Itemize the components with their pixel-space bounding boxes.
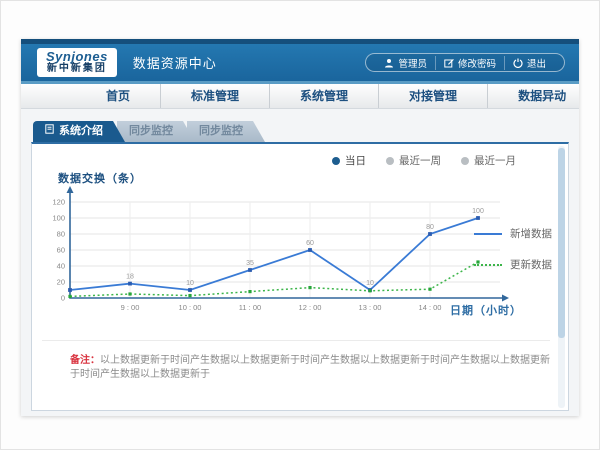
x-axis-title: 日期（小时）: [450, 302, 522, 318]
panel-scrollbar: [558, 146, 565, 408]
edit-icon: [444, 58, 454, 68]
green-dotted-line-icon: [474, 264, 502, 266]
tab-system-intro[interactable]: 系统介绍: [33, 121, 125, 142]
logo-company-text: 新中新集团: [46, 64, 108, 75]
svg-text:18: 18: [126, 274, 134, 281]
svg-text:10: 10: [366, 280, 374, 287]
radio-icon: [386, 157, 394, 165]
y-axis-title: 数据交换（条）: [58, 170, 142, 186]
svg-text:20: 20: [57, 278, 65, 287]
nav-item-standard-mgmt[interactable]: 标准管理: [160, 84, 269, 108]
range-label: 最近一周: [399, 153, 441, 168]
range-option-last-week[interactable]: 最近一周: [386, 153, 441, 168]
user-menu: 管理员 修改密码 退出: [365, 53, 565, 72]
svg-text:13 : 00: 13 : 00: [359, 303, 382, 312]
svg-text:60: 60: [306, 240, 314, 247]
app-header: Synjones 新中新集团 数据资源中心 管理员 修改密码 退出: [21, 44, 579, 81]
content-area: 系统介绍 同步监控 同步监控 当日 最近一周: [21, 109, 579, 416]
svg-text:12 : 00: 12 : 00: [299, 303, 322, 312]
radio-icon: [332, 157, 340, 165]
time-range-selector: 当日 最近一周 最近一月: [332, 153, 516, 168]
company-logo: Synjones 新中新集团: [37, 48, 117, 77]
svg-text:9 : 00: 9 : 00: [121, 303, 140, 312]
user-menu-label: 修改密码: [458, 56, 496, 70]
svg-text:14 : 00: 14 : 00: [419, 303, 442, 312]
scrollbar-thumb[interactable]: [558, 148, 565, 338]
svg-text:10: 10: [186, 280, 194, 287]
radio-icon: [461, 157, 469, 165]
svg-text:0: 0: [61, 294, 65, 303]
tab-sync-monitor-1[interactable]: 同步监控: [117, 121, 195, 142]
user-menu-label: 退出: [527, 56, 546, 70]
svg-text:80: 80: [57, 230, 65, 239]
user-menu-label: 管理员: [398, 56, 427, 70]
tab-sync-monitor-2[interactable]: 同步监控: [187, 121, 265, 142]
logout-button[interactable]: 退出: [504, 56, 554, 70]
tab-label: 系统介绍: [59, 121, 103, 142]
svg-text:60: 60: [57, 246, 65, 255]
footer-note: 备注：以上数据更新于时间产生数据以上数据更新于时间产生数据以上数据更新于时间产生…: [42, 340, 550, 382]
exchange-line-chart: 0 20 40 60 80 100 120 9 : 00 10 : 00 11 : 00 12 : …: [52, 186, 522, 321]
nav-item-home[interactable]: 首页: [76, 84, 160, 108]
admin-user-button[interactable]: 管理员: [376, 56, 435, 70]
note-text: 以上数据更新于时间产生数据以上数据更新于时间产生数据以上数据更新于时间产生数据以…: [70, 355, 550, 380]
svg-text:100: 100: [472, 208, 484, 215]
svg-text:40: 40: [57, 262, 65, 271]
series-legend: 新增数据 更新数据: [474, 226, 552, 272]
power-icon: [513, 58, 523, 68]
range-label: 当日: [345, 153, 366, 168]
svg-text:35: 35: [246, 260, 254, 267]
svg-text:100: 100: [52, 214, 65, 223]
legend-label: 新增数据: [510, 226, 552, 241]
document-icon: [45, 121, 54, 142]
change-password-button[interactable]: 修改密码: [435, 56, 504, 70]
logo-brand-text: Synjones: [46, 50, 108, 64]
svg-text:120: 120: [52, 198, 65, 207]
legend-label: 更新数据: [510, 257, 552, 272]
tab-bar: 系统介绍 同步监控 同步监控: [33, 121, 569, 142]
svg-text:10 : 00: 10 : 00: [179, 303, 202, 312]
main-nav: 首页 标准管理 系统管理 对接管理 数据异动: [21, 84, 579, 109]
nav-item-interface-mgmt[interactable]: 对接管理: [378, 84, 487, 108]
tab-label: 同步监控: [129, 121, 173, 142]
note-prefix: 备注：: [70, 355, 100, 366]
nav-item-system-mgmt[interactable]: 系统管理: [269, 84, 378, 108]
range-option-last-month[interactable]: 最近一月: [461, 153, 516, 168]
app-window: Synjones 新中新集团 数据资源中心 管理员 修改密码 退出: [21, 39, 579, 416]
user-icon: [384, 58, 394, 68]
svg-text:80: 80: [426, 224, 434, 231]
tab-label: 同步监控: [199, 121, 243, 142]
nav-item-data-change[interactable]: 数据异动: [487, 84, 596, 108]
legend-entry-new-data[interactable]: 新增数据: [474, 226, 552, 241]
page-title: 数据资源中心: [133, 53, 217, 72]
range-option-today[interactable]: 当日: [332, 153, 366, 168]
legend-entry-updated-data[interactable]: 更新数据: [474, 257, 552, 272]
blue-line-icon: [474, 233, 502, 235]
chart-panel: 当日 最近一周 最近一月 数据交换（条） 0 20 40 60 80 100 120 9 : …: [31, 142, 569, 411]
range-label: 最近一月: [474, 153, 516, 168]
svg-text:11 : 00: 11 : 00: [239, 303, 261, 312]
